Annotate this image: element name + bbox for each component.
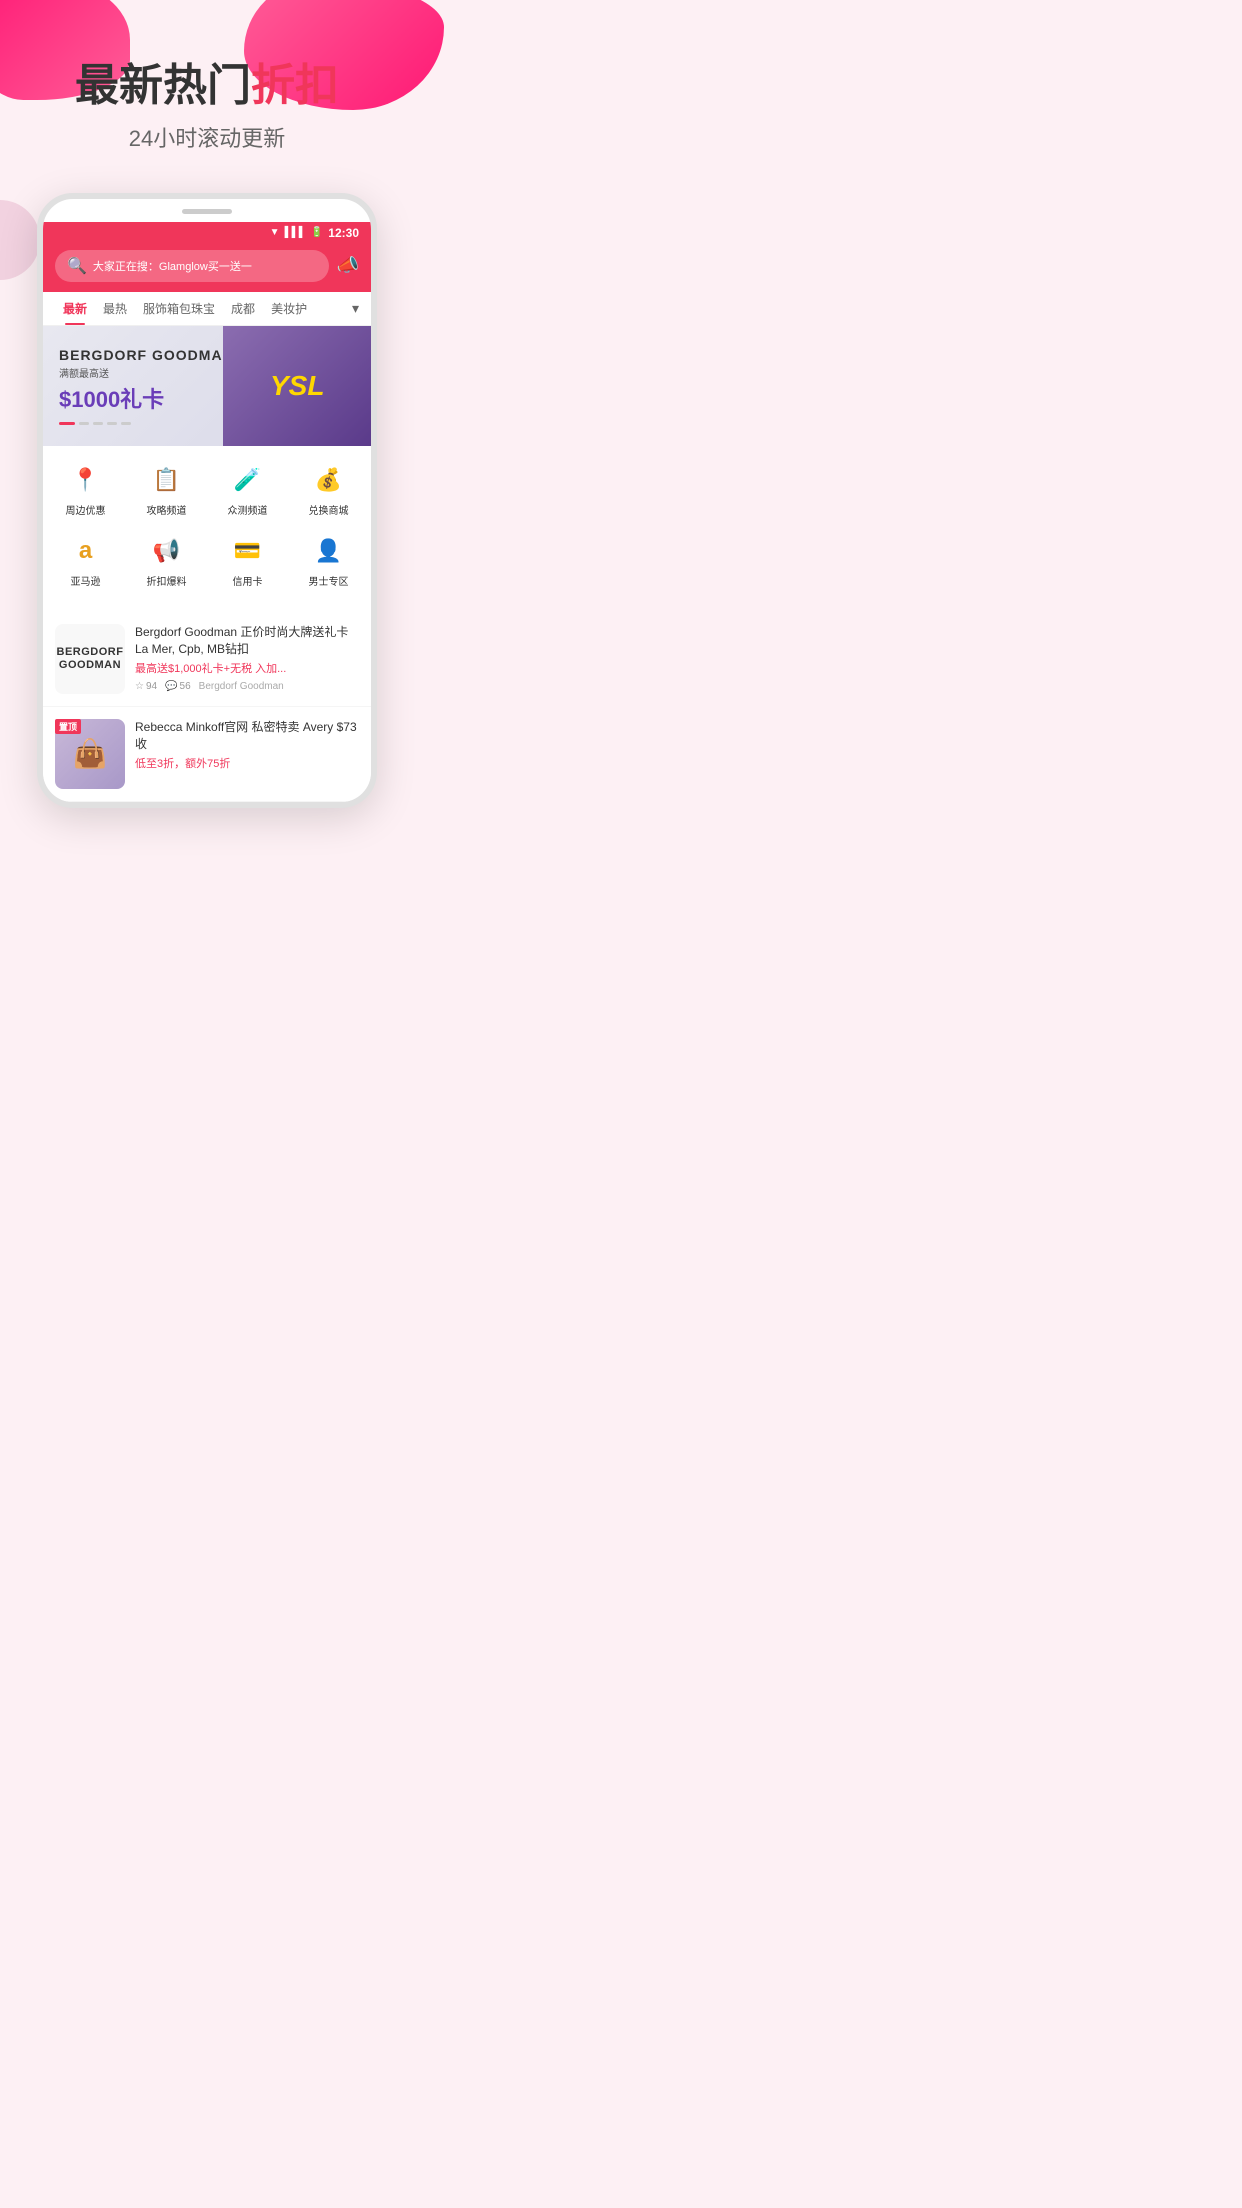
deal-meta-1: ☆ 94 💬 56 Bergdorf Goodman [135, 681, 359, 692]
amazon-icon: a [68, 533, 104, 569]
status-icons: ▼ ▌▌▌ 🔋 12:30 [270, 226, 359, 240]
deal-logo-1: BERGDORFGOODMAN [55, 624, 125, 694]
banner-image: YSL [223, 326, 371, 446]
category-amazon[interactable]: a 亚马逊 [47, 527, 124, 594]
test-icon: 🧪 [230, 462, 266, 498]
signal-icon: ▌▌▌ [285, 227, 306, 238]
deal-subtitle-1: 最高送$1,000礼卡+无税 入加... [135, 660, 359, 676]
app-header: 🔍 大家正在搜：Glamglow买一送一 📣 [43, 244, 371, 292]
comment-icon: 💬 [165, 681, 177, 692]
status-bar: ▼ ▌▌▌ 🔋 12:30 [43, 222, 371, 244]
tab-city[interactable]: 成都 [223, 292, 263, 325]
hero-subtitle: 24小时滚动更新 [20, 121, 394, 153]
category-men[interactable]: 👤 男士专区 [290, 527, 367, 594]
category-exchange-label: 兑换商城 [309, 502, 349, 517]
tab-fashion[interactable]: 服饰箱包珠宝 [135, 292, 223, 325]
search-bar[interactable]: 🔍 大家正在搜：Glamglow买一送一 [55, 250, 329, 282]
dot-4 [107, 422, 117, 425]
deal-item-1[interactable]: BERGDORFGOODMAN Bergdorf Goodman 正价时尚大牌送… [43, 612, 371, 707]
deal-subtitle-2: 低至3折，额外75折 [135, 755, 359, 771]
status-time: 12:30 [328, 226, 359, 240]
guide-icon: 📋 [149, 462, 185, 498]
tab-hot[interactable]: 最热 [95, 292, 135, 325]
hero-section: 最新热门折扣 24小时滚动更新 [0, 0, 414, 183]
deal-info-2: Rebecca Minkoff官网 私密特卖 Avery $73收 低至3折，额… [135, 719, 359, 789]
categories-grid: 📍 周边优惠 📋 攻略频道 🧪 众测频道 💰 兑换商城 a 亚马逊 📢 [43, 446, 371, 604]
megaphone-button[interactable]: 📣 [337, 255, 359, 276]
category-test-label: 众测频道 [228, 502, 268, 517]
tab-latest[interactable]: 最新 [55, 292, 95, 325]
creditcard-icon: 💳 [230, 533, 266, 569]
category-amazon-label: 亚马逊 [71, 573, 101, 588]
deal-badge-pinned: 置顶 [55, 719, 81, 734]
phone-mockup: ▼ ▌▌▌ 🔋 12:30 🔍 大家正在搜：Glamglow买一送一 📣 最新 … [37, 193, 377, 808]
dot-2 [79, 422, 89, 425]
exchange-icon: 💰 [311, 462, 347, 498]
phone-wrapper: ▼ ▌▌▌ 🔋 12:30 🔍 大家正在搜：Glamglow买一送一 📣 最新 … [0, 183, 414, 828]
dot-5 [121, 422, 131, 425]
deal-title-1: Bergdorf Goodman 正价时尚大牌送礼卡 La Mer, Cpb, … [135, 624, 359, 658]
category-nearby[interactable]: 📍 周边优惠 [47, 456, 124, 523]
search-icon: 🔍 [67, 256, 87, 276]
star-icon: ☆ [135, 681, 144, 692]
men-icon: 👤 [311, 533, 347, 569]
battery-icon: 🔋 [311, 227, 323, 238]
banner[interactable]: YSL BERGDORF GOODMAN 满额最高送 $1000礼卡 [43, 326, 371, 446]
category-exchange[interactable]: 💰 兑换商城 [290, 456, 367, 523]
banner-ysl-logo: YSL [270, 370, 324, 402]
dot-1 [59, 422, 75, 425]
tab-beauty[interactable]: 美妆护 [263, 292, 315, 325]
nav-tabs: 最新 最热 服饰箱包珠宝 成都 美妆护 ▾ [43, 292, 371, 326]
category-discount-label: 折扣爆料 [147, 573, 187, 588]
discount-icon: 📢 [149, 533, 185, 569]
category-guide-label: 攻略频道 [147, 502, 187, 517]
deal-title-2: Rebecca Minkoff官网 私密特卖 Avery $73收 [135, 719, 359, 753]
category-creditcard-label: 信用卡 [233, 573, 263, 588]
deals-section: BERGDORFGOODMAN Bergdorf Goodman 正价时尚大牌送… [43, 612, 371, 802]
wifi-icon: ▼ [270, 227, 280, 238]
deal-comments-1: 💬 56 [165, 681, 191, 692]
hero-title: 最新热门折扣 [20, 60, 394, 113]
hero-title-black: 最新热门 [75, 61, 251, 110]
hero-title-red: 折扣 [251, 61, 339, 110]
category-discount[interactable]: 📢 折扣爆料 [128, 527, 205, 594]
deal-info-1: Bergdorf Goodman 正价时尚大牌送礼卡 La Mer, Cpb, … [135, 624, 359, 694]
category-guide[interactable]: 📋 攻略频道 [128, 456, 205, 523]
location-icon: 📍 [68, 462, 104, 498]
deal-item-2[interactable]: 置顶 👜 Rebecca Minkoff官网 私密特卖 Avery $73收 低… [43, 707, 371, 802]
nav-more-icon[interactable]: ▾ [352, 300, 359, 317]
phone-speaker [182, 209, 232, 214]
category-men-label: 男士专区 [309, 573, 349, 588]
dot-3 [93, 422, 103, 425]
deal-brand-logo: BERGDORFGOODMAN [57, 646, 124, 672]
deal-stars-1: ☆ 94 [135, 681, 157, 692]
category-nearby-label: 周边优惠 [66, 502, 106, 517]
category-test[interactable]: 🧪 众测频道 [209, 456, 286, 523]
deal-store-1: Bergdorf Goodman [199, 681, 284, 692]
megaphone-icon: 📣 [337, 255, 359, 275]
category-creditcard[interactable]: 💳 信用卡 [209, 527, 286, 594]
search-text: 大家正在搜：Glamglow买一送一 [93, 258, 252, 274]
